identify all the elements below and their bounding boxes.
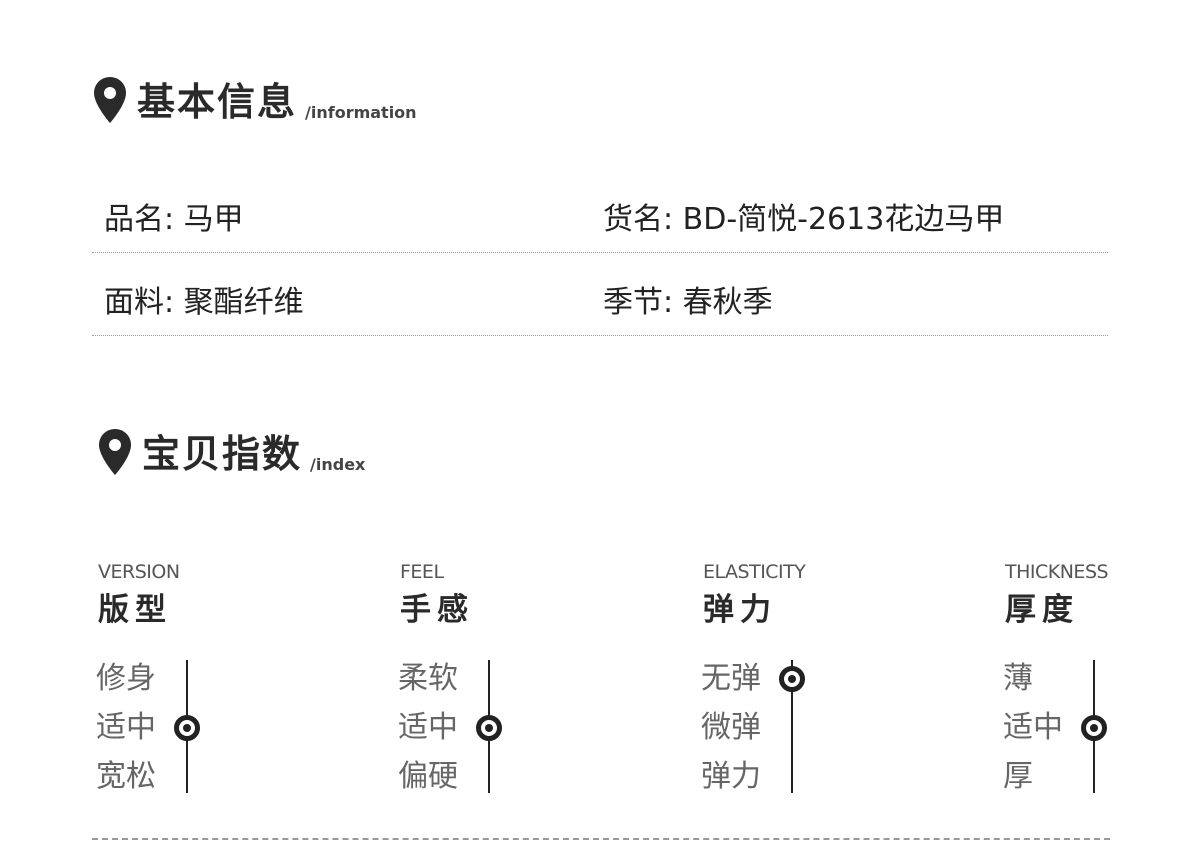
level-label: 适中 xyxy=(96,710,156,745)
level-label: 弹力 xyxy=(701,759,761,794)
metric-thickness: THICKNESS 厚度 薄 适中 厚 xyxy=(1003,560,1200,800)
level-label: 厚 xyxy=(1003,759,1033,794)
item-number: 货名: BD-简悦-2613花边马甲 xyxy=(603,202,1005,237)
index-header: 宝贝指数 /index xyxy=(98,428,365,476)
level-label: 微弹 xyxy=(701,710,761,745)
location-pin-icon xyxy=(99,429,131,475)
metric-levels: 修身 适中 宽松 xyxy=(96,660,156,807)
selected-level-marker-icon xyxy=(779,666,805,692)
level-label: 柔软 xyxy=(398,661,458,696)
basic-info-subtitle: /information xyxy=(305,103,417,122)
level-label: 适中 xyxy=(1003,710,1063,745)
metric-levels: 薄 适中 厚 xyxy=(1003,660,1063,807)
metric-cn-label: 手感 xyxy=(400,592,474,628)
level-label: 偏硬 xyxy=(398,759,458,794)
season: 季节: 春秋季 xyxy=(603,285,773,320)
index-subtitle: /index xyxy=(310,455,366,474)
selected-level-marker-icon xyxy=(174,715,200,741)
level-label: 适中 xyxy=(398,710,458,745)
metric-cn-label: 弹力 xyxy=(703,592,777,628)
selected-level-marker-icon xyxy=(1081,715,1107,741)
metric-version: VERSION 版型 修身 适中 宽松 xyxy=(96,560,318,800)
bottom-divider xyxy=(92,838,1110,840)
level-label: 宽松 xyxy=(96,759,156,794)
metric-en-label: ELASTICITY xyxy=(703,561,806,583)
level-label: 无弹 xyxy=(701,661,761,696)
product-name: 品名: 马甲 xyxy=(104,202,244,237)
level-label: 修身 xyxy=(96,661,156,696)
metric-levels: 柔软 适中 偏硬 xyxy=(398,660,458,807)
info-row: 品名: 马甲 货名: BD-简悦-2613花边马甲 xyxy=(92,172,1108,253)
fabric: 面料: 聚酯纤维 xyxy=(104,285,304,320)
selected-level-marker-icon xyxy=(476,715,502,741)
basic-info-header: 基本信息 /information xyxy=(93,76,417,124)
info-row: 面料: 聚酯纤维 季节: 春秋季 xyxy=(92,253,1108,336)
level-label: 薄 xyxy=(1003,661,1033,696)
metric-levels: 无弹 微弹 弹力 xyxy=(701,660,761,807)
index-title: 宝贝指数 xyxy=(142,432,303,476)
metric-cn-label: 厚度 xyxy=(1005,592,1079,628)
metric-elasticity: ELASTICITY 弹力 无弹 微弹 弹力 xyxy=(701,560,923,800)
metric-cn-label: 版型 xyxy=(98,592,172,628)
basic-info-title: 基本信息 xyxy=(137,80,298,124)
location-pin-icon xyxy=(94,77,126,123)
metric-en-label: THICKNESS xyxy=(1005,561,1109,583)
metric-en-label: VERSION xyxy=(98,561,180,583)
metric-feel: FEEL 手感 柔软 适中 偏硬 xyxy=(398,560,620,800)
basic-info-table: 品名: 马甲 货名: BD-简悦-2613花边马甲 面料: 聚酯纤维 季节: 春… xyxy=(92,172,1108,336)
metric-en-label: FEEL xyxy=(400,561,444,583)
